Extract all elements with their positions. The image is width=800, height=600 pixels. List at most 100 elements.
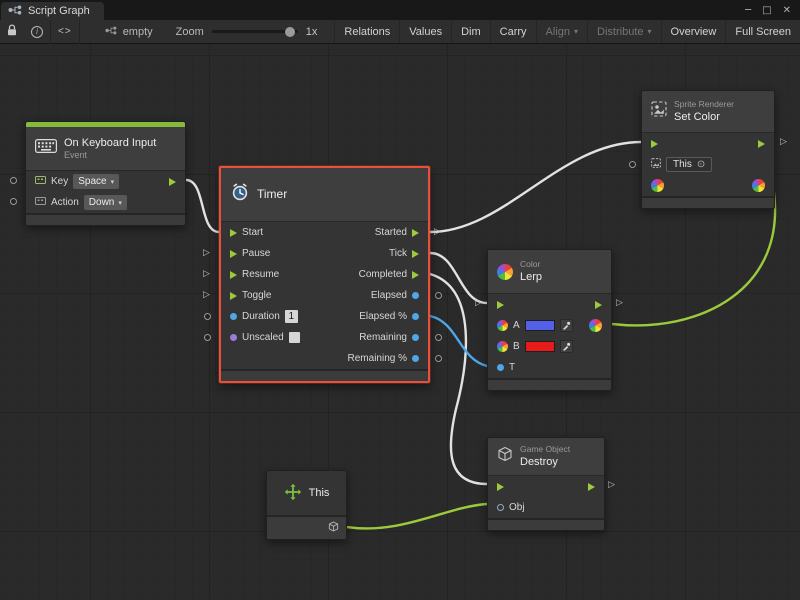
action-dropdown[interactable]: Down [84, 195, 127, 210]
target-object-field[interactable]: This ⊙ [666, 157, 712, 172]
node-destroy[interactable]: Game Object Destroy Obj [487, 437, 605, 531]
port-setcolor-flow-out[interactable] [780, 138, 787, 147]
dim-button[interactable]: Dim [451, 20, 490, 43]
sprite-renderer-icon [651, 101, 667, 122]
node-title: Lerp [520, 271, 542, 283]
code-preview-button[interactable]: <> [51, 20, 79, 43]
maximize-icon[interactable]: □ [762, 5, 771, 16]
wire-started-to-setcolor[interactable] [430, 142, 641, 232]
port-remaining-pct-output[interactable] [435, 355, 442, 362]
port-remaining-output[interactable] [435, 334, 442, 341]
color-input-port-connected[interactable] [752, 179, 765, 192]
completed-output-port[interactable] [412, 271, 419, 279]
setcolor-flow-row [642, 133, 774, 154]
node-set-color[interactable]: Sprite Renderer Set Color This ⊙ [641, 90, 775, 209]
wire-keyboard-to-timer-start[interactable] [186, 180, 219, 232]
pause-input-port[interactable] [230, 250, 237, 258]
port-destroy-flow-out[interactable] [608, 481, 615, 490]
minimize-icon[interactable]: ─ [745, 5, 751, 16]
port-started-output[interactable] [434, 228, 441, 237]
zoom-slider[interactable] [212, 30, 298, 33]
port-key-input[interactable] [10, 177, 17, 184]
port-resume-input[interactable] [203, 270, 210, 279]
fullscreen-button[interactable]: Full Screen [725, 20, 800, 43]
node-timer[interactable]: Timer Start Started Pause Tick Resume Co… [219, 166, 430, 383]
destroy-flow-in-port[interactable] [497, 483, 504, 491]
key-label: Key [51, 176, 68, 187]
target-picker-icon[interactable]: ⊙ [697, 160, 705, 170]
zoom-slider-handle[interactable] [285, 27, 295, 37]
graph-toolbar: i <> empty Zoom 1x Relations Values Dim … [0, 20, 800, 44]
tick-output-port[interactable] [412, 250, 419, 258]
window-titlebar: Script Graph ─ □ ✕ [0, 0, 800, 20]
node-category: Color [520, 260, 542, 269]
t-input-port[interactable] [497, 364, 504, 371]
carry-button[interactable]: Carry [490, 20, 536, 43]
node-footer [488, 378, 611, 390]
timer-row: Resume Completed [221, 264, 428, 285]
toggle-input-port[interactable] [230, 292, 237, 300]
node-category: Game Object [520, 445, 570, 454]
script-graph-icon [8, 5, 22, 18]
setcolor-flow-in-port[interactable] [651, 140, 658, 148]
distribute-button[interactable]: Distribute [587, 20, 660, 43]
resume-input-port[interactable] [230, 271, 237, 279]
wire-this-to-obj[interactable] [347, 504, 487, 528]
node-color-lerp[interactable]: Color Lerp A B [487, 249, 612, 391]
port-unscaled-input[interactable] [204, 334, 211, 341]
lock-button[interactable] [0, 20, 24, 43]
unscaled-checkbox[interactable] [289, 332, 300, 343]
duration-input-port[interactable] [230, 313, 237, 320]
color-type-icon [497, 320, 508, 331]
values-button[interactable]: Values [399, 20, 451, 43]
started-output-port[interactable] [412, 229, 419, 237]
relations-button[interactable]: Relations [334, 20, 399, 43]
key-dropdown[interactable]: Space [73, 174, 119, 189]
align-button[interactable]: Align [536, 20, 587, 43]
port-duration-input[interactable] [204, 313, 211, 320]
tab-script-graph[interactable]: Script Graph [1, 2, 104, 20]
port-lerp-flow-out[interactable] [616, 299, 623, 308]
action-label: Action [51, 197, 79, 208]
setcolor-flow-out-port[interactable] [758, 140, 765, 148]
elapsed-output-port[interactable] [412, 292, 419, 299]
overview-button[interactable]: Overview [661, 20, 726, 43]
node-footer [221, 369, 428, 381]
color-a-swatch[interactable] [525, 320, 555, 331]
node-on-keyboard-input[interactable]: On Keyboard Input Event Key Space Action… [25, 121, 186, 226]
info-button[interactable]: i [24, 20, 50, 43]
lerp-color-output-port[interactable] [589, 319, 602, 332]
destroy-flow-out-port[interactable] [588, 483, 595, 491]
color-input-port[interactable] [651, 179, 664, 192]
node-this[interactable]: This [266, 470, 347, 540]
lerp-flow-out-port[interactable] [595, 301, 602, 309]
remaining-pct-output-port[interactable] [412, 355, 419, 362]
elapsed-pct-output-port[interactable] [412, 313, 419, 320]
graph-canvas[interactable]: On Keyboard Input Event Key Space Action… [0, 44, 800, 600]
trigger-output-port[interactable] [169, 178, 176, 186]
color-b-swatch[interactable] [525, 341, 555, 352]
port-label: Remaining [359, 332, 407, 343]
port-elapsed-output[interactable] [435, 292, 442, 299]
duration-field[interactable]: 1 [285, 310, 298, 323]
port-label: Elapsed % [359, 311, 407, 322]
color-a-eyedropper[interactable] [560, 319, 573, 332]
port-pause-input[interactable] [203, 249, 210, 258]
timer-row: Remaining % [221, 348, 428, 369]
zoom-control: Zoom 1x [176, 26, 318, 38]
unscaled-input-port[interactable] [230, 334, 237, 341]
graph-asset: empty [98, 20, 160, 43]
gameobject-output-port[interactable] [328, 519, 339, 537]
node-title: Set Color [674, 111, 734, 123]
start-input-port[interactable] [230, 229, 237, 237]
close-icon[interactable]: ✕ [783, 5, 791, 16]
port-action-input[interactable] [10, 198, 17, 205]
port-toggle-input[interactable] [203, 291, 210, 300]
port-lerp-flow-in[interactable] [475, 299, 482, 308]
node-header: Game Object Destroy [488, 438, 604, 476]
port-setcolor-target-in[interactable] [629, 161, 636, 168]
obj-input-port[interactable] [497, 504, 504, 511]
lerp-flow-in-port[interactable] [497, 301, 504, 309]
color-b-eyedropper[interactable] [560, 340, 573, 353]
remaining-output-port[interactable] [412, 334, 419, 341]
